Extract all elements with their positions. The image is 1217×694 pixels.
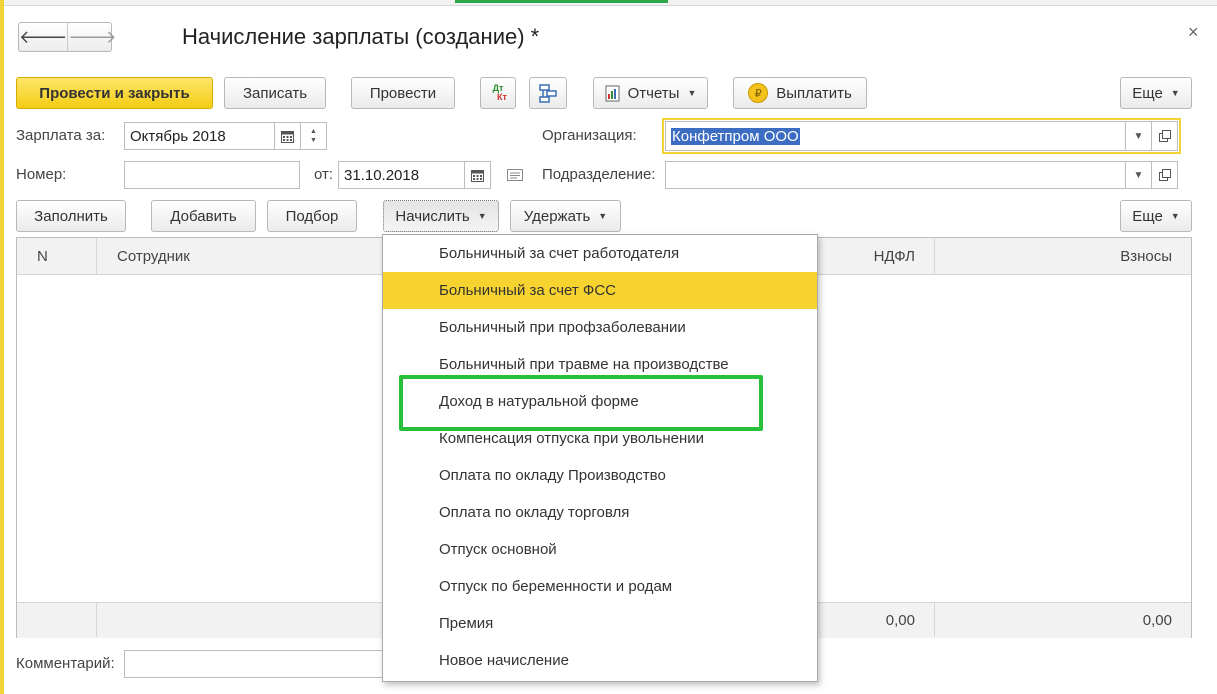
contributions-total: 0,00	[1142, 612, 1172, 629]
organization-label: Организация:	[542, 127, 637, 144]
window-top-strip	[0, 0, 1217, 6]
department-label: Подразделение:	[542, 166, 656, 183]
history-nav: 🡐 🡒	[18, 22, 117, 52]
ndfl-total: 0,00	[885, 612, 915, 629]
menu-item-sick-employer[interactable]: Больничный за счет работодателя	[383, 235, 817, 272]
forward-arrow-icon[interactable]: 🡒	[67, 23, 117, 51]
highlight-frame	[399, 375, 763, 431]
menu-item-sick-occupational[interactable]: Больничный при профзаболевании	[383, 309, 817, 346]
chevron-down-icon[interactable]: ▼	[1125, 161, 1152, 189]
back-arrow-icon[interactable]: 🡐	[19, 23, 67, 51]
table-more-button[interactable]: Еще ▼	[1120, 200, 1192, 232]
comment-field[interactable]	[124, 650, 386, 678]
accrue-label: Начислить	[395, 207, 470, 225]
left-accent-bar	[0, 0, 4, 694]
more-button[interactable]: Еще ▼	[1120, 77, 1192, 109]
menu-item-new-accrual[interactable]: Новое начисление	[383, 642, 817, 679]
menu-item-bonus[interactable]: Премия	[383, 605, 817, 642]
column-divider	[96, 602, 97, 637]
structure-icon[interactable]	[529, 77, 567, 109]
menu-item-main-vacation[interactable]: Отпуск основной	[383, 531, 817, 568]
history-icon[interactable]	[507, 168, 523, 185]
post-and-close-button[interactable]: Провести и закрыть	[16, 77, 213, 109]
pick-button[interactable]: Подбор	[267, 200, 357, 232]
column-header-n[interactable]: N	[37, 238, 48, 274]
spinner-icon[interactable]: ▲ ▼	[300, 122, 327, 150]
salary-month-field[interactable]: Октябрь 2018	[124, 122, 275, 150]
open-icon[interactable]	[1151, 161, 1178, 189]
column-header-ndfl[interactable]: НДФЛ	[819, 238, 915, 274]
column-header-employee[interactable]: Сотрудник	[117, 238, 190, 274]
column-divider	[934, 238, 935, 274]
save-button[interactable]: Записать	[224, 77, 326, 109]
pay-button[interactable]: ₽ Выплатить	[733, 77, 867, 109]
column-header-contributions[interactable]: Взносы	[935, 238, 1172, 274]
add-button[interactable]: Добавить	[151, 200, 256, 232]
chevron-down-icon: ▼	[1170, 211, 1180, 221]
withhold-button[interactable]: Удержать ▼	[510, 200, 621, 232]
reports-button[interactable]: Отчеты ▼	[593, 77, 708, 109]
number-field[interactable]	[124, 161, 300, 189]
fill-button[interactable]: Заполнить	[16, 200, 126, 232]
open-icon[interactable]	[1151, 121, 1178, 151]
withhold-label: Удержать	[523, 207, 591, 225]
date-field[interactable]: 31.10.2018	[338, 161, 465, 189]
menu-item-sick-fss[interactable]: Больничный за счет ФСС	[383, 272, 817, 309]
reports-label: Отчеты	[627, 84, 680, 102]
active-tab-marker	[455, 0, 668, 3]
chevron-down-icon: ▼	[1170, 88, 1180, 98]
kt-label: Кт	[497, 92, 507, 102]
salary-for-label: Зарплата за:	[16, 127, 106, 144]
chevron-down-icon: ▼	[687, 88, 697, 98]
more-label: Еще	[1132, 84, 1163, 102]
post-button[interactable]: Провести	[351, 77, 455, 109]
date-label: от:	[314, 166, 334, 183]
menu-item-maternity-leave[interactable]: Отпуск по беременности и родам	[383, 568, 817, 605]
chevron-down-icon: ▼	[477, 211, 487, 221]
calendar-icon[interactable]	[274, 122, 301, 150]
number-label: Номер:	[16, 166, 67, 183]
accrue-button[interactable]: Начислить ▼	[383, 200, 499, 232]
dt-kt-icon[interactable]: Дт Кт	[480, 77, 516, 109]
department-field[interactable]	[665, 161, 1126, 189]
menu-item-salary-trade[interactable]: Оплата по окладу торговля	[383, 494, 817, 531]
column-divider	[96, 238, 97, 274]
page-title: Начисление зарплаты (создание) *	[182, 24, 540, 49]
accrue-dropdown-menu: Больничный за счет работодателя Больничн…	[382, 234, 818, 682]
calendar-icon[interactable]	[464, 161, 491, 189]
column-divider	[934, 602, 935, 637]
chevron-down-icon: ▼	[598, 211, 608, 221]
comment-label: Комментарий:	[16, 655, 115, 672]
organization-value: Конфетпром ООО	[671, 127, 800, 145]
close-icon[interactable]: ×	[1188, 22, 1199, 43]
chevron-down-icon[interactable]: ▼	[1125, 121, 1152, 151]
pay-label: Выплатить	[776, 84, 852, 102]
organization-field[interactable]: Конфетпром ООО	[665, 121, 1126, 151]
ruble-coin-icon: ₽	[748, 83, 769, 103]
menu-item-salary-production[interactable]: Оплата по окладу Производство	[383, 457, 817, 494]
table-more-label: Еще	[1132, 207, 1163, 225]
report-icon	[605, 85, 620, 102]
